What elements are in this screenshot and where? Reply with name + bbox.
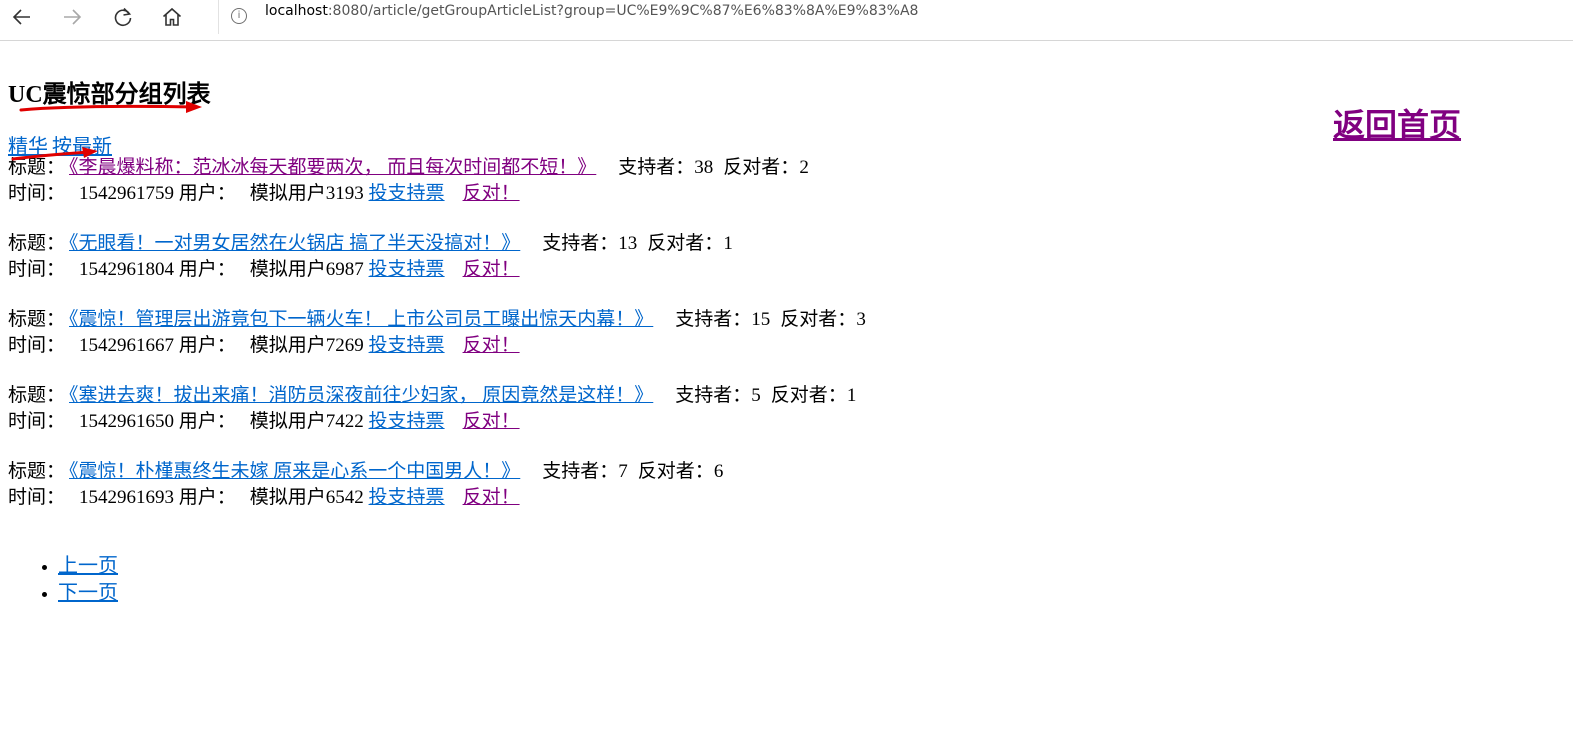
url-text[interactable]: localhost:8080/article/getGroupArticleLi… <box>265 3 918 19</box>
time-label: 时间： <box>8 259 66 280</box>
time-label: 时间： <box>8 183 66 204</box>
article-time: 1542961667 <box>79 335 175 356</box>
article-user: 模拟用户6987 <box>249 259 364 280</box>
opponents-label: 反对者： <box>647 233 724 254</box>
vote-up-link[interactable]: 投支持票 <box>369 183 445 204</box>
supporters-label: 支持者： <box>542 461 619 482</box>
prev-page-link[interactable]: 上一页 <box>58 555 118 577</box>
user-label: 用户： <box>178 259 236 280</box>
url-path: :8080/article/getGroupArticleList?group=… <box>327 3 919 19</box>
title-label: 标题： <box>8 385 66 406</box>
article-item: 标题： 《塞进去爽！拔出来痛！消防员深夜前往少妇家， 原因竟然是这样！》 支持者：5… <box>8 383 1208 435</box>
vote-down-link[interactable]: 反对！ <box>463 487 520 508</box>
time-label: 时间： <box>8 411 66 432</box>
article-time: 1542961804 <box>79 259 175 280</box>
vote-down-link[interactable]: 反对！ <box>463 335 520 356</box>
opponents-count: 3 <box>856 309 866 330</box>
user-label: 用户： <box>178 411 236 432</box>
opponents-label: 反对者： <box>723 157 800 178</box>
browser-toolbar: i localhost:8080/article/getGroupArticle… <box>0 0 1573 41</box>
info-icon[interactable]: i <box>231 8 247 24</box>
time-label: 时间： <box>8 335 66 356</box>
user-label: 用户： <box>178 335 236 356</box>
back-arrow-icon <box>12 9 30 25</box>
opponents-label: 反对者： <box>637 461 714 482</box>
home-button[interactable] <box>156 2 188 32</box>
article-list: 标题： 《李晨爆料称：范冰冰每天都要两次， 而且每次时间都不短！》 支持者：38 反对… <box>8 155 1208 535</box>
address-bar[interactable]: i localhost:8080/article/getGroupArticle… <box>218 0 1573 34</box>
opponents-count: 6 <box>713 461 724 482</box>
back-button[interactable] <box>6 2 38 32</box>
opponents-label: 反对者： <box>770 385 847 406</box>
article-title-link[interactable]: 《无眼看！一对男女居然在火锅店 搞了半天没搞对！》 <box>69 233 520 254</box>
article-item: 标题： 《震惊！朴槿惠终生未嫁 原来是心系一个中国男人！》 支持者：7 反对者：6 时… <box>8 459 1208 511</box>
vote-down-link[interactable]: 反对！ <box>463 259 520 280</box>
article-item: 标题： 《李晨爆料称：范冰冰每天都要两次， 而且每次时间都不短！》 支持者：38 反对… <box>8 155 1208 207</box>
opponents-label: 反对者： <box>780 309 857 330</box>
forward-arrow-icon <box>64 9 82 25</box>
vote-down-link[interactable]: 反对！ <box>463 183 520 204</box>
opponents-count: 2 <box>799 157 809 178</box>
vote-up-link[interactable]: 投支持票 <box>369 335 445 356</box>
supporters-label: 支持者： <box>675 309 752 330</box>
supporters-count: 5 <box>751 385 761 406</box>
article-title-link[interactable]: 《震惊！管理层出游竟包下一辆火车！ 上市公司员工曝出惊天内幕！》 <box>69 309 653 330</box>
article-user: 模拟用户7269 <box>249 335 364 356</box>
forward-button[interactable] <box>56 2 88 32</box>
article-title-link[interactable]: 《塞进去爽！拔出来痛！消防员深夜前往少妇家， 原因竟然是这样！》 <box>69 385 653 406</box>
home-page-link[interactable]: 返回首页 <box>1333 100 1461 146</box>
url-host: localhost <box>265 3 328 19</box>
time-label: 时间： <box>8 487 66 508</box>
vote-up-link[interactable]: 投支持票 <box>369 411 445 432</box>
article-user: 模拟用户3193 <box>249 183 364 204</box>
vote-up-link[interactable]: 投支持票 <box>369 259 445 280</box>
supporters-count: 13 <box>618 233 638 254</box>
opponents-count: 1 <box>723 233 733 254</box>
refresh-icon <box>114 7 132 27</box>
supporters-label: 支持者： <box>542 233 619 254</box>
title-label: 标题： <box>8 157 66 178</box>
supporters-count: 38 <box>694 157 714 178</box>
article-time: 1542961759 <box>79 183 175 204</box>
page-title: UC震惊部分组列表 <box>8 82 211 108</box>
article-item: 标题： 《震惊！管理层出游竟包下一辆火车！ 上市公司员工曝出惊天内幕！》 支持者：1… <box>8 307 1208 359</box>
pagination: 上一页 下一页 <box>40 553 118 607</box>
refresh-button[interactable] <box>107 2 139 32</box>
supporters-label: 支持者： <box>618 157 695 178</box>
article-user: 模拟用户7422 <box>249 411 364 432</box>
supporters-label: 支持者： <box>675 385 752 406</box>
pager-item-prev: 上一页 <box>40 553 118 580</box>
article-title-link[interactable]: 《李晨爆料称：范冰冰每天都要两次， 而且每次时间都不短！》 <box>69 157 596 178</box>
opponents-count: 1 <box>846 385 857 406</box>
article-time: 1542961693 <box>79 487 175 508</box>
title-label: 标题： <box>8 233 66 254</box>
title-label: 标题： <box>8 309 66 330</box>
user-label: 用户： <box>178 183 236 204</box>
article-user: 模拟用户6542 <box>249 487 364 508</box>
vote-up-link[interactable]: 投支持票 <box>369 487 445 508</box>
user-label: 用户： <box>178 487 236 508</box>
home-icon <box>162 7 182 26</box>
article-title-link[interactable]: 《震惊！朴槿惠终生未嫁 原来是心系一个中国男人！》 <box>69 461 520 482</box>
pager-item-next: 下一页 <box>40 580 118 607</box>
article-time: 1542961650 <box>79 411 175 432</box>
supporters-count: 7 <box>618 461 628 482</box>
supporters-count: 15 <box>751 309 771 330</box>
vote-down-link[interactable]: 反对！ <box>463 411 520 432</box>
article-item: 标题： 《无眼看！一对男女居然在火锅店 搞了半天没搞对！》 支持者：13 反对者：1 … <box>8 231 1208 283</box>
next-page-link[interactable]: 下一页 <box>58 582 118 604</box>
title-label: 标题： <box>8 461 66 482</box>
